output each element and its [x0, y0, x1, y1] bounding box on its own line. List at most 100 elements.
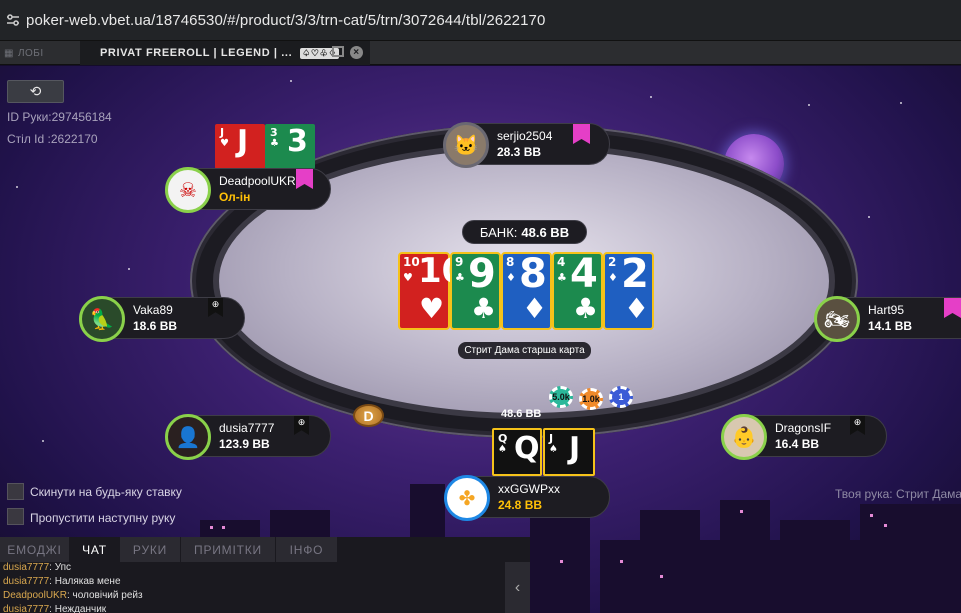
chevron-left-icon: ‹: [514, 578, 521, 596]
tab-notes[interactable]: ПРИМІТКИ: [181, 537, 276, 562]
avatar: 🐱: [443, 122, 489, 168]
add-note-icon[interactable]: ⊕: [294, 416, 309, 435]
card-rank: 2: [608, 255, 617, 269]
deadpool-card-2: 3 ♣ 3: [265, 124, 315, 169]
site-settings-icon[interactable]: [0, 7, 26, 33]
chip-1k: 1.0k: [579, 388, 603, 410]
skip-hand-label[interactable]: Пропустити наступну руку: [30, 511, 175, 525]
skip-hand-checkbox[interactable]: [7, 508, 24, 525]
pot-value: 48.6 BB: [521, 224, 570, 240]
chat-user: dusia7777: [3, 576, 50, 587]
seat-dragonsif[interactable]: 👶 DragonsIF 16.4 BB ⊕: [721, 414, 887, 460]
hand-id: ID Руки:297456184: [7, 110, 112, 124]
table-id: Стіл Id :2622170: [7, 132, 98, 146]
card-suit-large: ♣: [573, 292, 599, 325]
fold-any-checkbox[interactable]: [7, 483, 24, 500]
player-stack: 14.1 BB: [868, 319, 913, 333]
card-rank-large: J: [237, 124, 249, 159]
player-name: Hart95: [868, 303, 905, 317]
add-note-icon[interactable]: ⊕: [208, 298, 223, 317]
tab-emoji[interactable]: ЕМОДЖІ: [0, 537, 70, 562]
board-card-4: 4 ♣ 4 ♣: [552, 251, 603, 330]
card-suit-large: ♦: [522, 292, 548, 325]
card-rank-large: 4: [570, 251, 598, 297]
card-suit: ♥: [403, 271, 413, 284]
note-bookmark-icon[interactable]: [296, 169, 313, 189]
chat-messages: dusia7777: Упс dusia7777: Налякав мене D…: [3, 561, 503, 613]
board-hand-description: Стрит Дама старша карта: [458, 342, 591, 359]
player-stack: 24.8 BB: [498, 498, 543, 512]
seat-vaka89[interactable]: 🦜 Vaka89 18.6 BB ⊕: [79, 296, 245, 342]
note-bookmark-icon[interactable]: [573, 124, 590, 144]
note-bookmark-icon[interactable]: [944, 298, 961, 318]
card-suit: ♣: [270, 138, 279, 149]
card-suit: ♣: [557, 271, 567, 284]
chat-user: dusia7777: [3, 562, 50, 573]
card-suit: ♥: [220, 138, 229, 149]
card-rank: 9: [455, 255, 464, 269]
window-icon[interactable]: [332, 46, 344, 57]
chip-1: 1: [609, 386, 633, 408]
card-suit-large: ♥: [419, 292, 445, 325]
card-rank-large: 8: [519, 251, 547, 297]
tab-table-label: PRIVAT FREEROLL | LEGEND | ...: [100, 47, 293, 59]
your-hand-text: Твоя рука: Стрит Дама: [835, 487, 961, 501]
board-card-2: 9 ♣ 9 ♣: [450, 251, 501, 330]
close-icon[interactable]: ×: [350, 46, 363, 59]
player-name: dusia7777: [219, 421, 275, 435]
seat-hart95[interactable]: 🏍 Hart95 14.1 BB: [814, 296, 961, 342]
fold-any-label[interactable]: Скинути на будь-яку ставку: [30, 485, 182, 499]
avatar: 🏍: [814, 296, 860, 342]
tab-lobby[interactable]: ▦ ЛОБІ: [0, 41, 78, 65]
chat-text: Упс: [54, 562, 72, 573]
chat-message: dusia7777: Нежданчик: [3, 604, 107, 613]
address-bar[interactable]: poker-web.vbet.ua/18746530/#/product/3/3…: [0, 0, 961, 41]
hero-bet-amount: 48.6 BB: [501, 408, 542, 420]
tab-info[interactable]: ІНФО: [276, 537, 338, 562]
seat-serjio2504[interactable]: 🐱 serjio2504 28.3 BB: [443, 122, 610, 168]
tab-hands[interactable]: РУКИ: [120, 537, 181, 562]
hero-card-1: Q ♠ Q: [492, 428, 542, 476]
card-rank-large: 3: [287, 124, 308, 159]
player-name: Vaka89: [133, 303, 173, 317]
chat-user: DeadpoolUKR: [3, 590, 67, 601]
card-suit: ♣: [455, 271, 465, 284]
card-rank-large: Q: [514, 431, 540, 466]
card-rank: 8: [506, 255, 515, 269]
player-name: serjio2504: [497, 129, 553, 143]
table-tabs: ▦ ЛОБІ PRIVAT FREEROLL | LEGEND | ... ♤♡…: [0, 41, 961, 65]
url-text[interactable]: poker-web.vbet.ua/18746530/#/product/3/3…: [26, 12, 545, 29]
chip-5k: 5.0k: [549, 386, 573, 408]
dealer-button: D: [353, 404, 384, 427]
card-suit: ♦: [608, 271, 618, 284]
player-stack: 18.6 BB: [133, 319, 178, 333]
player-stack: 28.3 BB: [497, 145, 542, 159]
player-name: DragonsIF: [775, 421, 832, 435]
hand-history-button[interactable]: ⟲: [7, 80, 64, 103]
chat-message: dusia7777: Упс: [3, 562, 72, 573]
seat-dusia7777[interactable]: 👤 dusia7777 123.9 BB ⊕: [165, 414, 331, 460]
card-rank-large: J: [569, 431, 581, 466]
history-icon: ⟲: [29, 83, 42, 99]
seat-deadpoolukr[interactable]: ☠ DeadpoolUKR Ол-ін: [165, 167, 331, 213]
tab-lobby-label: ЛОБІ: [17, 47, 44, 59]
chat-user: dusia7777: [3, 604, 50, 613]
hero-card-2: J ♠ J: [543, 428, 595, 476]
chat-text: Нежданчик: [54, 604, 107, 613]
collapse-panel-button[interactable]: ‹: [505, 562, 530, 613]
avatar: 👶: [721, 414, 767, 460]
seat-hero-xxggwpxx[interactable]: ✤ xxGGWPxx 24.8 BB: [444, 475, 610, 521]
pot-label: БАНК:: [479, 224, 518, 240]
player-stack: 16.4 BB: [775, 437, 820, 451]
avatar: 👤: [165, 414, 211, 460]
tab-chat[interactable]: ЧАТ: [70, 537, 120, 562]
chat-text: чоловічий рейз: [72, 590, 143, 601]
add-note-icon[interactable]: ⊕: [850, 416, 865, 435]
tab-current-table[interactable]: PRIVAT FREEROLL | LEGEND | ... ♤♡♧♢ ×: [80, 41, 370, 65]
chat-message: DeadpoolUKR: чоловічий рейз: [3, 590, 143, 601]
chat-text: Налякав мене: [54, 576, 121, 587]
card-suit: ♠: [498, 444, 507, 455]
player-stack: 123.9 BB: [219, 437, 270, 451]
panel-tabs: ЕМОДЖІ ЧАТ РУКИ ПРИМІТКИ ІНФО: [0, 537, 338, 562]
card-rank-large: 2: [621, 251, 649, 297]
